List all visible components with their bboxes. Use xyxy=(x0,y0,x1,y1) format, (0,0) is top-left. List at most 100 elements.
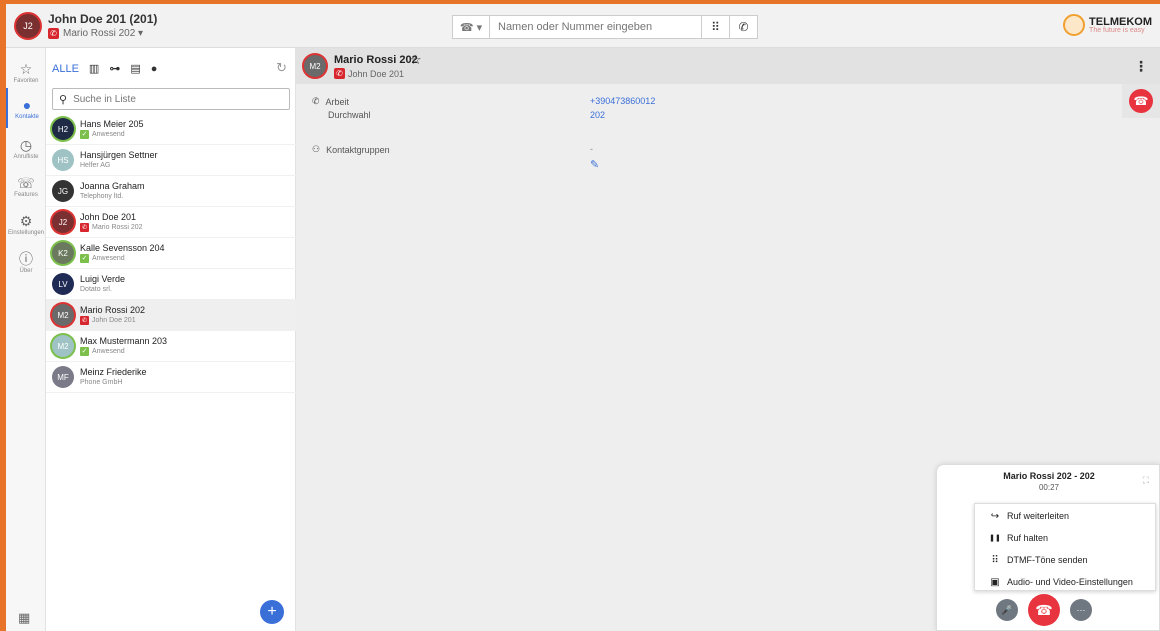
contact-list-panel: ALLE ▥ ⊶ ▤ ● ↻ ⚲ H2Hans Meier 205✓Anwese… xyxy=(46,48,296,631)
in-call-icon: ✆ xyxy=(80,316,89,325)
active-call-selector[interactable]: ✆ Mario Rossi 202 ▾ xyxy=(48,28,143,39)
group-icon[interactable]: ▤ xyxy=(130,62,140,75)
globe-icon[interactable]: ● xyxy=(151,63,158,75)
call-button[interactable]: ✆ xyxy=(730,15,758,39)
hangup-button[interactable]: ☎ xyxy=(1028,594,1060,626)
call-controls: 🎤 ☎ ··· xyxy=(996,594,1092,626)
contact-avatar: K2 xyxy=(52,242,74,264)
ext-label: Durchwahl xyxy=(328,110,371,120)
contact-avatar: M2 xyxy=(52,304,74,326)
call-type-dropdown[interactable]: ☎ ▾ xyxy=(452,15,490,39)
contact-name: Meinz Friederike xyxy=(80,366,147,377)
call-timer: 00:27 xyxy=(1038,483,1060,492)
nav-anrufliste[interactable]: ◷ Anrufliste xyxy=(6,128,46,168)
contact-sub-text: Phone GmbH xyxy=(80,378,123,386)
key-icon[interactable]: ⊶ xyxy=(109,62,120,75)
refresh-icon[interactable]: ↻ xyxy=(276,60,287,76)
menu-forward-call[interactable]: ↪ Ruf weiterleiten xyxy=(975,506,1155,526)
nav-features[interactable]: ☏ Features xyxy=(6,166,46,206)
add-contact-button[interactable]: + xyxy=(260,600,284,624)
left-nav: ☆ Favoriten ● Kontakte ◷ Anrufliste ☏ Fe… xyxy=(6,48,46,631)
nav-einstellungen[interactable]: ⚙ Einstellungen xyxy=(6,204,46,244)
contact-text: Kalle Sevensson 204 ✓ Anwesend xyxy=(80,243,165,264)
contact-row[interactable]: K2 Kalle Sevensson 204 ✓ Anwesend xyxy=(46,238,296,269)
groups-value: - xyxy=(590,144,593,154)
pause-icon: ❚❚ xyxy=(989,535,1001,542)
contact-row[interactable]: LV Luigi Verde Dotato srl. xyxy=(46,269,296,300)
more-options-icon[interactable]: ⋮ xyxy=(1134,58,1148,75)
contact-subtitle: ✆ Mario Rossi 202 xyxy=(80,223,143,233)
contact-list: H2 Hans Meier 205 ✓ Anwesend HS Hansjürgen Se… xyxy=(46,114,296,393)
nav-label: Über xyxy=(19,267,33,274)
ext-number-link[interactable]: 202 xyxy=(590,110,605,120)
detail-call-status: ✆ John Doe 201 xyxy=(334,68,404,79)
brand-logo: TELMEKOM The future is easy xyxy=(1063,14,1152,36)
contact-text: Meinz Friederike Phone GmbH xyxy=(80,367,147,388)
contact-avatar: HS xyxy=(52,149,74,171)
keypad-icon: ⠿ xyxy=(991,554,999,566)
dial-input[interactable] xyxy=(490,15,702,39)
hangup-side-button[interactable]: ☎ xyxy=(1122,84,1160,118)
dial-box: ☎ ▾ ⠿ ✆ xyxy=(452,15,762,39)
detail-name: Mario Rossi 202 xyxy=(334,54,418,66)
groups-label-text: Kontaktgruppen xyxy=(326,144,390,155)
hangup-icon: ☎ xyxy=(1129,89,1153,113)
clock-icon: ◷ xyxy=(19,136,33,153)
info-icon: ⓘ xyxy=(19,250,33,267)
nav-kontakte[interactable]: ● Kontakte xyxy=(6,88,46,128)
expand-icon[interactable]: ⛶ xyxy=(1143,475,1149,486)
contact-row[interactable]: M2 Mario Rossi 202 ✆ John Doe 201 xyxy=(46,300,296,331)
menu-av-settings[interactable]: ▣ Audio- und Video-Einstellungen xyxy=(975,572,1155,592)
contact-subtitle: Dotato srl. xyxy=(80,285,125,295)
contact-text: John Doe 201 ✆ Mario Rossi 202 xyxy=(80,212,143,233)
filter-all-tab[interactable]: ALLE xyxy=(52,63,79,75)
contact-row[interactable]: H2 Hans Meier 205 ✓ Anwesend xyxy=(46,114,296,145)
menu-dtmf[interactable]: ⠿ DTMF-Töne senden xyxy=(975,550,1155,570)
contact-row[interactable]: MF Meinz Friederike Phone GmbH xyxy=(46,362,296,393)
contact-row[interactable]: HS Hansjürgen Settner Helfer AG xyxy=(46,145,296,176)
menu-label: Ruf weiterleiten xyxy=(1007,511,1070,521)
more-call-options-button[interactable]: ··· xyxy=(1070,599,1092,621)
contact-text: Joanna Graham Telephony ltd. xyxy=(80,181,145,202)
nav-label: Einstellungen xyxy=(7,229,45,236)
edit-pencil-icon[interactable]: ✎ xyxy=(590,158,599,171)
contact-subtitle: Helfer AG xyxy=(80,161,158,171)
work-label: ✆ Arbeit xyxy=(312,96,349,107)
gear-icon: ⚙ xyxy=(19,212,33,229)
detail-header: M2 Mario Rossi 202 ☆ ✆ John Doe 201 ⋮ xyxy=(296,48,1160,84)
contact-sub-text: John Doe 201 xyxy=(92,316,136,324)
contact-text: Mario Rossi 202 ✆ John Doe 201 xyxy=(80,305,145,326)
contact-sub-text: Telephony ltd. xyxy=(80,192,124,200)
work-number-link[interactable]: +390473860012 xyxy=(590,96,655,106)
detail-avatar: M2 xyxy=(302,53,328,79)
mute-mic-button[interactable]: 🎤 xyxy=(996,599,1018,621)
nav-favoriten[interactable]: ☆ Favoriten xyxy=(6,52,46,92)
building-icon[interactable]: ▥ xyxy=(89,62,99,75)
menu-hold-call[interactable]: ❚❚ Ruf halten xyxy=(975,528,1155,548)
contact-row[interactable]: J2 John Doe 201 ✆ Mario Rossi 202 xyxy=(46,207,296,238)
favorite-star-icon[interactable]: ☆ xyxy=(410,52,422,68)
people-icon: ⚇ xyxy=(312,144,321,154)
keypad-icon[interactable]: ⠿ xyxy=(702,15,730,39)
nav-ueber[interactable]: ⓘ Über xyxy=(6,242,46,282)
contact-name: Hansjürgen Settner xyxy=(80,149,158,160)
logo-icon xyxy=(1063,14,1086,36)
present-check-icon: ✓ xyxy=(80,347,89,356)
qr-code-icon[interactable]: ▦ xyxy=(18,610,30,626)
contact-subtitle: ✓ Anwesend xyxy=(80,130,144,140)
contact-sub-text: Dotato srl. xyxy=(80,285,112,293)
contact-row[interactable]: JG Joanna Graham Telephony ltd. xyxy=(46,176,296,207)
contact-name: Luigi Verde xyxy=(80,273,126,284)
present-check-icon: ✓ xyxy=(80,254,89,263)
contact-row[interactable]: M2 Max Mustermann 203 ✓ Anwesend xyxy=(46,331,296,362)
person-icon: ● xyxy=(22,96,32,113)
contact-name: John Doe 201 xyxy=(80,211,137,222)
search-input[interactable] xyxy=(73,93,274,105)
contact-sub-text: Anwesend xyxy=(92,347,125,355)
nav-label: Kontakte xyxy=(15,113,39,120)
contact-name: Kalle Sevensson 204 xyxy=(80,242,165,253)
contact-avatar: M2 xyxy=(52,335,74,357)
menu-label: DTMF-Töne senden xyxy=(1007,555,1088,565)
user-avatar[interactable]: J2 xyxy=(14,12,42,40)
contact-subtitle: Phone GmbH xyxy=(80,378,147,388)
